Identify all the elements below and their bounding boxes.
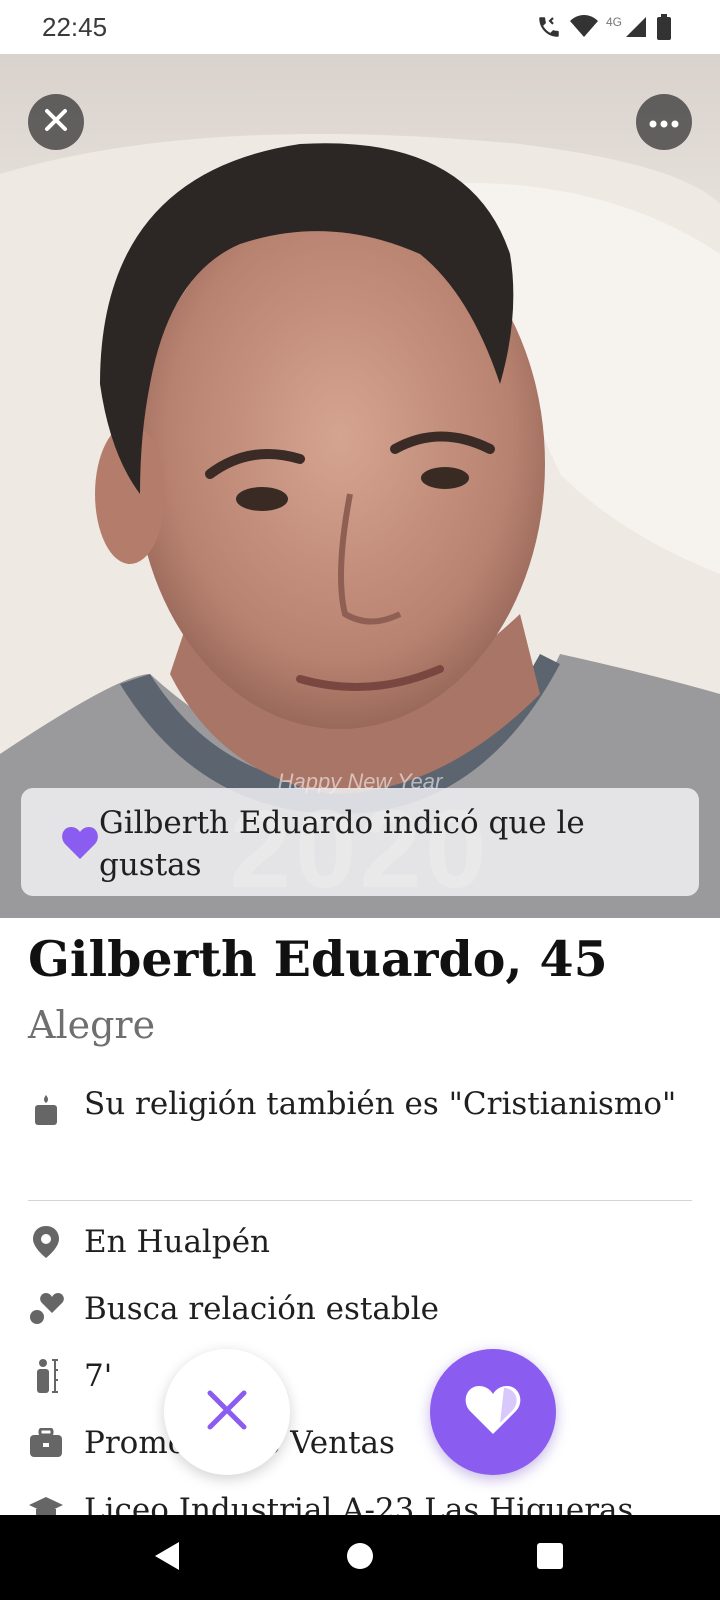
religion-match-text: Su religión también es "Cristianismo"	[84, 1086, 677, 1122]
like-button[interactable]	[430, 1349, 556, 1475]
pass-button[interactable]	[164, 1349, 290, 1475]
home-circle-icon	[346, 1542, 374, 1574]
liked-you-text: Gilberth Eduardo indicó que le gustas	[99, 805, 585, 883]
religion-match-row: Su religión también es "Cristianismo"	[28, 1086, 692, 1128]
height-icon	[28, 1358, 64, 1394]
nav-back-button[interactable]	[122, 1515, 212, 1600]
heart-icon	[464, 1384, 522, 1440]
location-pin-icon	[28, 1224, 64, 1260]
more-horizontal-icon	[649, 113, 679, 132]
nav-home-button[interactable]	[315, 1515, 405, 1600]
liked-you-banner: Gilberth Eduardo indicó que le gustas	[21, 788, 699, 896]
profile-headline: Alegre	[28, 1003, 156, 1047]
relationship-goal-text: Busca relación estable	[84, 1291, 439, 1327]
close-button[interactable]	[28, 94, 84, 150]
status-time: 22:45	[42, 12, 108, 42]
recents-square-icon	[536, 1542, 564, 1574]
heart-icon	[61, 826, 99, 864]
status-bar: 22:45 4G	[0, 0, 720, 54]
status-icons: 4G	[536, 12, 672, 42]
wifi-icon	[569, 15, 598, 39]
work-row: Promotor de Ventas	[28, 1425, 692, 1461]
relationship-goal-row: Busca relación estable	[28, 1291, 692, 1327]
location-row: En Hualpén	[28, 1224, 692, 1260]
nav-recents-button[interactable]	[505, 1515, 595, 1600]
location-text: En Hualpén	[84, 1224, 270, 1260]
hearts-icon	[28, 1291, 64, 1327]
profile-name-age: Gilberth Eduardo, 45	[28, 930, 608, 988]
section-divider	[28, 1200, 692, 1201]
back-triangle-icon	[153, 1541, 181, 1575]
height-text: 7'	[84, 1358, 113, 1394]
cell-signal-icon	[624, 15, 648, 39]
briefcase-icon	[28, 1425, 64, 1461]
close-icon	[42, 106, 70, 138]
network-type-label: 4G	[605, 15, 622, 29]
close-icon	[204, 1387, 250, 1437]
battery-icon	[656, 14, 672, 40]
wifi-call-icon	[536, 14, 562, 40]
more-options-button[interactable]	[636, 94, 692, 150]
height-row: 7'	[28, 1358, 692, 1394]
system-navigation-bar	[0, 1515, 720, 1600]
candle-icon	[28, 1092, 64, 1128]
